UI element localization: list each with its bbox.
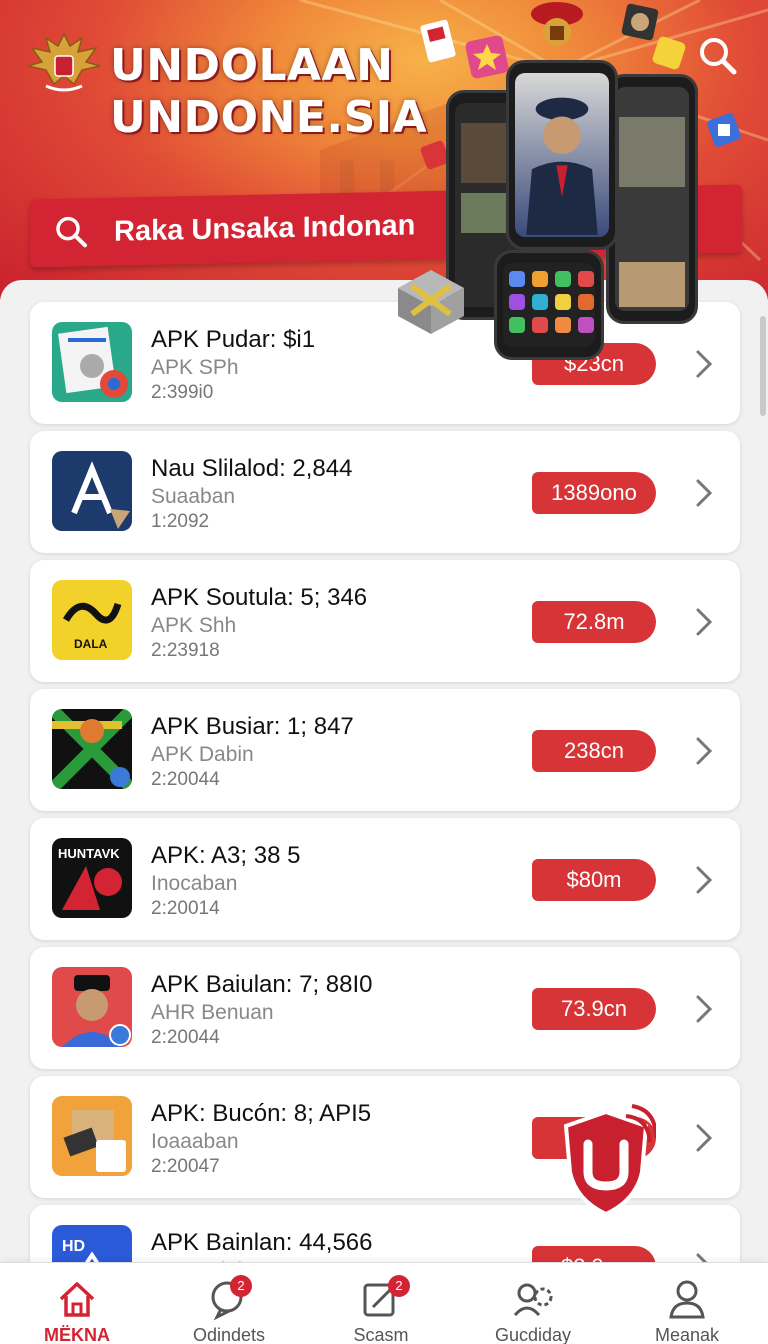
app-name: APK Baiulan: 7; 88I0 <box>151 971 373 998</box>
app-date: 2:20014 <box>151 898 220 919</box>
chevron-right-icon[interactable] <box>694 477 714 509</box>
scrollbar[interactable] <box>760 316 766 416</box>
banner-title-line2: UNDONE.SIA <box>110 92 428 143</box>
banner-title: UNDOLAAN UNDONE.SIA <box>110 40 440 144</box>
nav-scan[interactable]: 2 Scasm <box>306 1263 456 1344</box>
phones-illustration <box>446 60 706 360</box>
app-date: 2:20044 <box>151 1027 220 1048</box>
nav-profile[interactable]: Meanak <box>612 1263 762 1344</box>
app-name: APK: Bucón: 8; API5 <box>151 1100 372 1127</box>
nav-orders-label: Odindets <box>192 1325 266 1344</box>
nav-home[interactable]: MЁKNA <box>2 1263 152 1344</box>
floating-cube-icon <box>398 270 464 334</box>
phone-center <box>506 60 618 250</box>
nav-community-label: Gucdiday <box>494 1325 572 1344</box>
app-name: APK Soutula: 5; 346 <box>151 584 368 611</box>
app-subtitle: Inocaban <box>151 872 238 895</box>
floating-tile-icon <box>707 113 741 147</box>
nav-home-label: MЁKNA <box>43 1325 111 1344</box>
app-subtitle: Suaaban <box>151 485 236 508</box>
download-pill-button[interactable]: 1389ono <box>532 472 656 514</box>
garuda-emblem-icon <box>27 32 101 92</box>
app-subtitle: APK SPh <box>151 356 239 379</box>
bottom-navigation: MЁKNA 2 Odindets 2 Scasm Gucdiday Meanak <box>0 1262 768 1344</box>
app-card[interactable]: Nau Slilalod: 2,844 Suaaban 1:2092 1389ono <box>30 431 740 553</box>
nav-scan-badge: 2 <box>388 1275 410 1297</box>
search-bar-icon <box>56 216 87 248</box>
download-pill-button[interactable]: 238cn <box>532 730 656 772</box>
yellow-dala-icon: DALA <box>52 580 132 660</box>
chevron-right-icon[interactable] <box>694 606 714 638</box>
chevron-right-icon[interactable] <box>694 864 714 896</box>
download-pill-button[interactable]: 73.9cn <box>532 988 656 1030</box>
svg-text:DALA: DALA <box>74 637 108 651</box>
app-date: 2:399i0 <box>151 382 214 403</box>
app-card[interactable]: DALA APK Soutula: 5; 346 APK Shh 2:23918 72.… <box>30 560 740 682</box>
app-name: APK Busiar: 1; 847 <box>151 713 354 740</box>
app-subtitle: Ioaaaban <box>151 1130 239 1153</box>
profile-icon <box>669 1280 705 1319</box>
phone-front <box>494 250 604 360</box>
home-icon <box>59 1282 95 1317</box>
app-card[interactable]: APK Busiar: 1; 847 APK Dabin 2:20044 238cn <box>30 689 740 811</box>
app-card[interactable]: APK Baiulan: 7; 88I0 AHR Benuan 2:20044 73.… <box>30 947 740 1069</box>
app-subtitle: AHR Benuan <box>151 1001 274 1024</box>
app-date: 2:23918 <box>151 640 220 661</box>
search-input[interactable]: Raka Unsaka Indonan <box>114 209 415 248</box>
app-subtitle: APK Shh <box>151 614 237 637</box>
nav-profile-label: Meanak <box>654 1325 720 1344</box>
app-date: 1:2092 <box>151 511 210 532</box>
chevron-right-icon[interactable] <box>694 993 714 1025</box>
document-chrome-icon <box>52 322 132 402</box>
shield-icon[interactable] <box>556 1102 656 1218</box>
package-calculator-icon <box>52 1096 132 1176</box>
app-name: Nau Slilalod: 2,844 <box>151 455 353 482</box>
nav-orders-badge: 2 <box>230 1275 252 1297</box>
floating-card-icon <box>420 19 456 63</box>
chevron-right-icon[interactable] <box>694 1122 714 1154</box>
app-subtitle: APK Dabin <box>151 743 254 766</box>
download-pill-button[interactable]: 72.8m <box>532 601 656 643</box>
nav-community[interactable]: Gucdiday <box>458 1263 608 1344</box>
navy-a-icon <box>52 451 132 531</box>
banner-title-line1: UNDOLAAN <box>110 40 394 91</box>
officer-portrait-icon <box>526 97 598 235</box>
basketball-x-icon <box>52 709 132 789</box>
group-settings-icon <box>513 1283 553 1317</box>
app-name: APK Pudar: $i1 <box>151 326 316 353</box>
app-name: APK Bainlan: 44,566 <box>151 1229 373 1256</box>
app-date: 2:20044 <box>151 769 220 790</box>
nav-orders[interactable]: 2 Odindets <box>154 1263 304 1344</box>
app-name: APK: A3; 38 5 <box>151 842 301 869</box>
officer-emblem-icon <box>531 2 583 46</box>
app-card[interactable]: HUNTAVK APK: A3; 38 5 Inocaban 2:20014 $80m <box>30 818 740 940</box>
svg-text:HD: HD <box>62 1238 85 1255</box>
download-pill-button[interactable]: $80m <box>532 859 656 901</box>
avatar-man-icon <box>52 967 132 1047</box>
phone-right <box>606 74 698 324</box>
chevron-right-icon[interactable] <box>694 735 714 767</box>
huntavk-icon: HUNTAVK <box>52 838 132 918</box>
app-date: 2:20047 <box>151 1156 220 1177</box>
nav-scan-label: Scasm <box>353 1325 409 1344</box>
svg-text:HUNTAVK: HUNTAVK <box>58 846 120 861</box>
